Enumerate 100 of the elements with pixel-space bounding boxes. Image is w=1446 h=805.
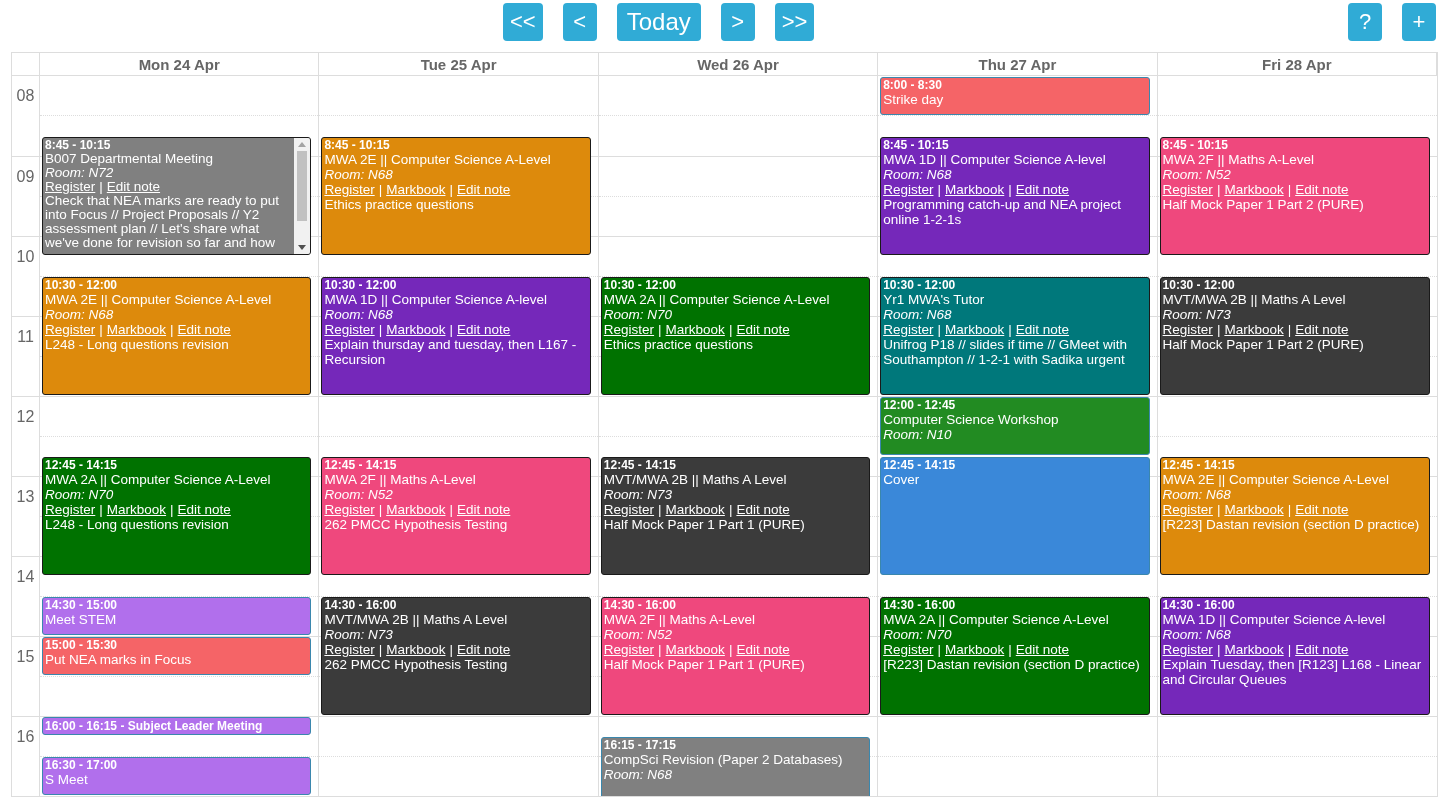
event-time: 10:30 - 12:00 bbox=[324, 278, 398, 292]
event-link[interactable]: Markbook bbox=[106, 322, 167, 337]
event-link[interactable]: Register bbox=[45, 322, 96, 337]
event-link[interactable]: Markbook bbox=[665, 502, 725, 517]
calendar-event[interactable]: 14:30 - 16:00 MWA 1D || Computer Science A-level Room: N68 Register | Markbook | Edit note Explain Tuesday, then [R123] L168 - Linear and Circular Queues bbox=[1159, 597, 1430, 715]
calendar-event[interactable]: 16:00 - 16:15 - Subject Leader Meeting bbox=[42, 717, 312, 735]
nav-button[interactable]: << bbox=[503, 3, 543, 41]
event-link[interactable]: Register bbox=[324, 502, 375, 517]
event-link[interactable]: Register bbox=[1162, 182, 1213, 197]
scroll-down-icon[interactable] bbox=[298, 245, 307, 250]
calendar-event[interactable]: 10:30 - 12:00 MWA 2A || Computer Science A-Level Room: N70 Register | Markbook | Edit note Ethics practice questions bbox=[600, 277, 871, 395]
event-link[interactable]: Edit note bbox=[736, 642, 790, 657]
scrollbar[interactable] bbox=[294, 138, 311, 254]
nav-button[interactable]: > bbox=[720, 3, 755, 41]
nav-button[interactable]: Today bbox=[616, 3, 701, 41]
event-room: Room: N68 bbox=[45, 307, 115, 322]
event-link[interactable]: Register bbox=[1162, 502, 1213, 517]
calendar-event[interactable]: 14:30 - 15:00 Meet STEM bbox=[42, 597, 312, 635]
event-link[interactable]: Edit note bbox=[1295, 182, 1349, 197]
event-time: 10:30 - 12:00 bbox=[1162, 278, 1236, 292]
calendar-event[interactable]: 10:30 - 12:00 MWA 1D || Computer Science A-level Room: N68 Register | Markbook | Edit note Explain thursday and tuesday, then L167 - Recursion bbox=[321, 277, 591, 395]
action-button[interactable]: ? bbox=[1348, 3, 1382, 41]
calendar-event[interactable]: 8:45 - 10:15 MWA 2F || Maths A-Level Room: N52 Register | Markbook | Edit note Half Mock Paper 1 Part 2 (PURE) bbox=[1159, 137, 1430, 255]
event-title: MWA 2E || Computer Science A-Level bbox=[45, 292, 273, 307]
event-link[interactable]: Edit note bbox=[736, 502, 790, 517]
event-link[interactable]: Markbook bbox=[1224, 322, 1284, 337]
event-link[interactable]: Markbook bbox=[386, 322, 446, 337]
event-link[interactable]: Register bbox=[883, 642, 934, 657]
event-link[interactable]: Markbook bbox=[1224, 502, 1284, 517]
event-title: MWA 2E || Computer Science A-Level bbox=[1162, 472, 1390, 487]
event-link[interactable]: Edit note bbox=[106, 180, 161, 194]
calendar-event[interactable]: 10:30 - 12:00 MVT/MWA 2B || Maths A Level Room: N73 Register | Markbook | Edit note Half Mock Paper 1 Part 2 (PURE) bbox=[1159, 277, 1430, 395]
calendar-event[interactable]: 12:45 - 14:15 MWA 2E || Computer Science A-Level Room: N68 Register | Markbook | Edit note [R223] Dastan revision (section D practice) bbox=[1159, 457, 1430, 575]
event-link[interactable]: Markbook bbox=[945, 642, 1005, 657]
event-link[interactable]: Register bbox=[883, 322, 934, 337]
event-note: Check that NEA marks are ready to put into Focus // Project Proposals // Y2 assessment plan // Let's share what we've done for revision so far and how bbox=[45, 194, 281, 250]
calendar-event[interactable]: 12:45 - 14:15 MWA 2A || Computer Science A-Level Room: N70 Register | Markbook | Edit note L248 - Long questions revision bbox=[42, 457, 312, 575]
event-link[interactable]: Markbook bbox=[386, 502, 446, 517]
action-button[interactable]: + bbox=[1402, 3, 1436, 41]
calendar-event[interactable]: 16:30 - 17:00 S Meet bbox=[42, 757, 312, 795]
event-link[interactable]: Register bbox=[603, 502, 655, 517]
event-link[interactable]: Edit note bbox=[177, 502, 231, 517]
event-link[interactable]: Register bbox=[45, 502, 96, 517]
event-link[interactable]: Markbook bbox=[1224, 182, 1284, 197]
calendar-event[interactable]: 8:45 - 10:15 MWA 1D || Computer Science A-level Room: N68 Register | Markbook | Edit note Programming catch-up and NEA project online 1-2-1s bbox=[880, 137, 1150, 255]
calendar-event[interactable]: 16:15 - 17:15 CompSci Revision (Paper 2 Databases) Room: N68 bbox=[600, 737, 871, 796]
calendar-event[interactable]: 12:45 - 14:15 MVT/MWA 2B || Maths A Level Room: N73 Register | Markbook | Edit note Half Mock Paper 1 Part 1 (PURE) bbox=[600, 457, 871, 575]
event-link[interactable]: Register bbox=[324, 642, 375, 657]
event-link[interactable]: Register bbox=[883, 182, 934, 197]
event-link[interactable]: Edit note bbox=[457, 502, 511, 517]
event-link[interactable]: Register bbox=[1162, 642, 1213, 657]
link-separator: | bbox=[1007, 182, 1013, 197]
link-separator: | bbox=[1286, 182, 1293, 197]
event-link[interactable]: Register bbox=[1162, 322, 1213, 337]
calendar-event[interactable]: 8:00 - 8:30 Strike day bbox=[880, 77, 1150, 115]
calendar-event[interactable]: 14:30 - 16:00 MWA 2A || Computer Science A-Level Room: N70 Register | Markbook | Edit note [R223] Dastan revision (section D practice) bbox=[880, 597, 1150, 715]
event-link[interactable]: Markbook bbox=[386, 182, 446, 197]
event-note: Half Mock Paper 1 Part 1 (PURE) bbox=[603, 657, 806, 672]
event-title: MVT/MWA 2B || Maths A Level bbox=[1162, 292, 1347, 307]
event-link[interactable]: Edit note bbox=[1295, 502, 1349, 517]
event-link[interactable]: Register bbox=[324, 322, 375, 337]
event-time: 15:00 - 15:30 bbox=[45, 638, 119, 652]
event-link[interactable]: Register bbox=[603, 322, 655, 337]
day-header: Thu 27 Apr bbox=[878, 53, 1158, 76]
event-link[interactable]: Register bbox=[603, 642, 655, 657]
event-link[interactable]: Edit note bbox=[1015, 642, 1070, 657]
event-link[interactable]: Edit note bbox=[1015, 322, 1070, 337]
event-link[interactable]: Edit note bbox=[457, 182, 511, 197]
event-link[interactable]: Markbook bbox=[945, 322, 1005, 337]
event-link[interactable]: Register bbox=[45, 180, 96, 194]
event-link[interactable]: Markbook bbox=[106, 502, 167, 517]
calendar-event[interactable]: 12:45 - 14:15 Cover bbox=[880, 457, 1150, 575]
nav-button[interactable]: < bbox=[562, 3, 597, 41]
event-link[interactable]: Markbook bbox=[665, 322, 725, 337]
event-link[interactable]: Edit note bbox=[457, 642, 511, 657]
event-link[interactable]: Edit note bbox=[736, 322, 790, 337]
hour-label: 12 bbox=[15, 407, 36, 427]
calendar-event[interactable]: 8:45 - 10:15 MWA 2E || Computer Science A-Level Room: N68 Register | Markbook | Edit note Ethics practice questions bbox=[321, 137, 591, 255]
calendar-event[interactable]: 15:00 - 15:30 Put NEA marks in Focus bbox=[42, 637, 312, 675]
event-link[interactable]: Register bbox=[324, 182, 375, 197]
calendar-event[interactable] bbox=[42, 137, 312, 255]
event-link[interactable]: Edit note bbox=[177, 322, 231, 337]
event-link[interactable]: Markbook bbox=[665, 642, 725, 657]
calendar-event[interactable]: 10:30 - 12:00 Yr1 MWA's Tutor Room: N68 Register | Markbook | Edit note Unifrog P18 // slides if time // GMeet with Southampton // 1-2-1 with Sadika urgent bbox=[880, 277, 1150, 395]
calendar-event[interactable]: 14:30 - 16:00 MVT/MWA 2B || Maths A Level Room: N73 Register | Markbook | Edit note 262 PMCC Hypothesis Testing bbox=[321, 597, 591, 715]
event-room: Room: N52 bbox=[1162, 167, 1232, 182]
calendar-event[interactable]: 12:00 - 12:45 Computer Science Workshop Room: N10 bbox=[880, 397, 1150, 455]
event-link[interactable]: Edit note bbox=[1015, 182, 1070, 197]
event-link[interactable]: Markbook bbox=[945, 182, 1005, 197]
event-link[interactable]: Markbook bbox=[1224, 642, 1284, 657]
calendar-event[interactable]: 14:30 - 16:00 MWA 2F || Maths A-Level Room: N52 Register | Markbook | Edit note Half Mock Paper 1 Part 1 (PURE) bbox=[600, 597, 871, 715]
calendar-event[interactable]: 10:30 - 12:00 MWA 2E || Computer Science A-Level Room: N68 Register | Markbook | Edit note L248 - Long questions revision bbox=[42, 277, 312, 395]
link-separator: | bbox=[1215, 642, 1222, 657]
event-link[interactable]: Markbook bbox=[386, 642, 446, 657]
event-link[interactable]: Edit note bbox=[1295, 322, 1349, 337]
calendar-event[interactable]: 12:45 - 14:15 MWA 2F || Maths A-Level Room: N52 Register | Markbook | Edit note 262 PMCC Hypothesis Testing bbox=[321, 457, 591, 575]
event-time: 8:00 - 8:30 bbox=[883, 78, 943, 92]
event-link[interactable]: Edit note bbox=[457, 322, 511, 337]
event-link[interactable]: Edit note bbox=[1295, 642, 1349, 657]
nav-button[interactable]: >> bbox=[774, 3, 815, 41]
